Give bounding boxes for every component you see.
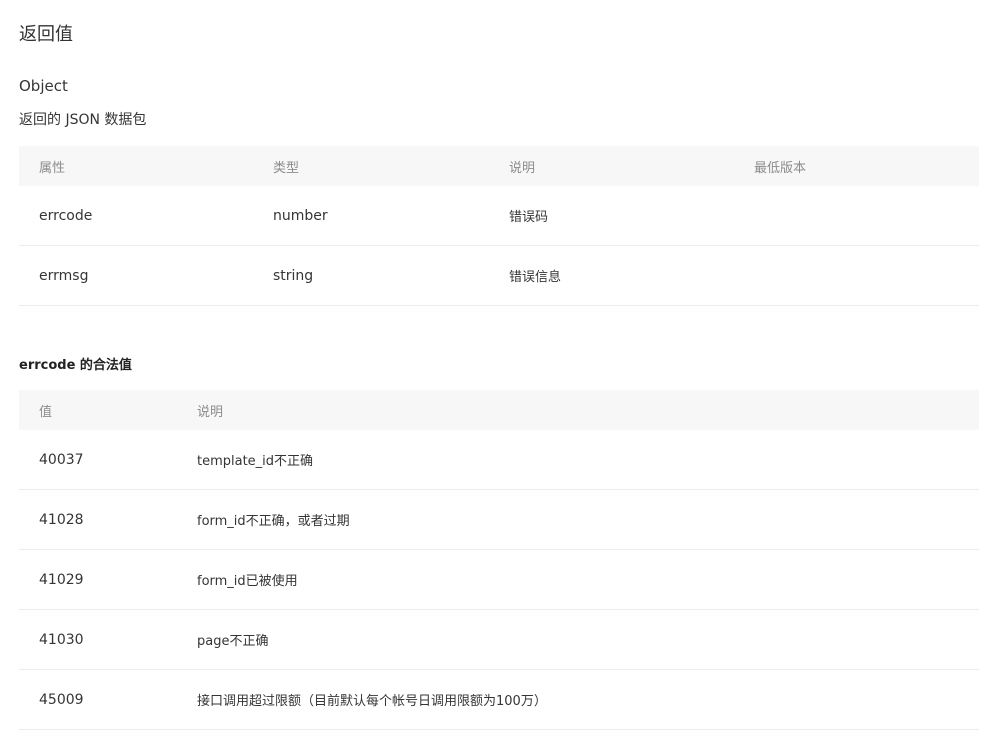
header-prop: 属性: [39, 160, 66, 176]
props-table: 属性 类型 说明 最低版本 errcode number 错误码 errmsg …: [19, 146, 979, 306]
return-description: 返回的 JSON 数据包: [19, 112, 147, 128]
prop-version: [734, 245, 979, 306]
header-min-version: 最低版本: [754, 160, 807, 176]
props-table-header: 属性 类型 说明 最低版本: [19, 146, 979, 186]
errcode-table-header: 值 说明: [19, 390, 979, 430]
errcode-value: 45009: [19, 669, 177, 730]
errcode-value: 41030: [19, 609, 177, 670]
table-row: 41028 form_id不正确，或者过期: [19, 489, 979, 550]
errcode-section-title: errcode 的合法值: [19, 358, 132, 373]
errcode-desc: 接口调用超过限额（目前默认每个帐号日调用限额为100万）: [177, 669, 979, 730]
table-row: 41030 page不正确: [19, 609, 979, 670]
return-type: Object: [19, 77, 68, 95]
table-row: errmsg string 错误信息: [19, 245, 979, 306]
prop-name: errcode: [19, 186, 253, 246]
prop-name: errmsg: [19, 245, 253, 306]
prop-version: [734, 186, 979, 246]
header-desc: 说明: [509, 160, 536, 176]
errcode-table: 值 说明 40037 template_id不正确 41028 form_id不…: [19, 390, 979, 730]
errcode-desc: form_id已被使用: [177, 549, 979, 610]
header-type: 类型: [273, 160, 300, 176]
prop-desc: 错误码: [489, 186, 734, 246]
prop-type: string: [253, 245, 489, 306]
prop-type: number: [253, 186, 489, 246]
errcode-value: 40037: [19, 430, 177, 490]
errcode-value: 41029: [19, 549, 177, 610]
table-row: 41029 form_id已被使用: [19, 549, 979, 610]
errcode-value: 41028: [19, 489, 177, 550]
section-title: 返回值: [19, 24, 73, 45]
table-row: 40037 template_id不正确: [19, 430, 979, 490]
header-desc: 说明: [197, 404, 224, 420]
header-value: 值: [39, 404, 53, 420]
errcode-desc: page不正确: [177, 609, 979, 670]
errcode-desc: template_id不正确: [177, 430, 979, 490]
errcode-desc: form_id不正确，或者过期: [177, 489, 979, 550]
table-row: 45009 接口调用超过限额（目前默认每个帐号日调用限额为100万）: [19, 669, 979, 730]
table-row: errcode number 错误码: [19, 186, 979, 246]
prop-desc: 错误信息: [489, 245, 734, 306]
